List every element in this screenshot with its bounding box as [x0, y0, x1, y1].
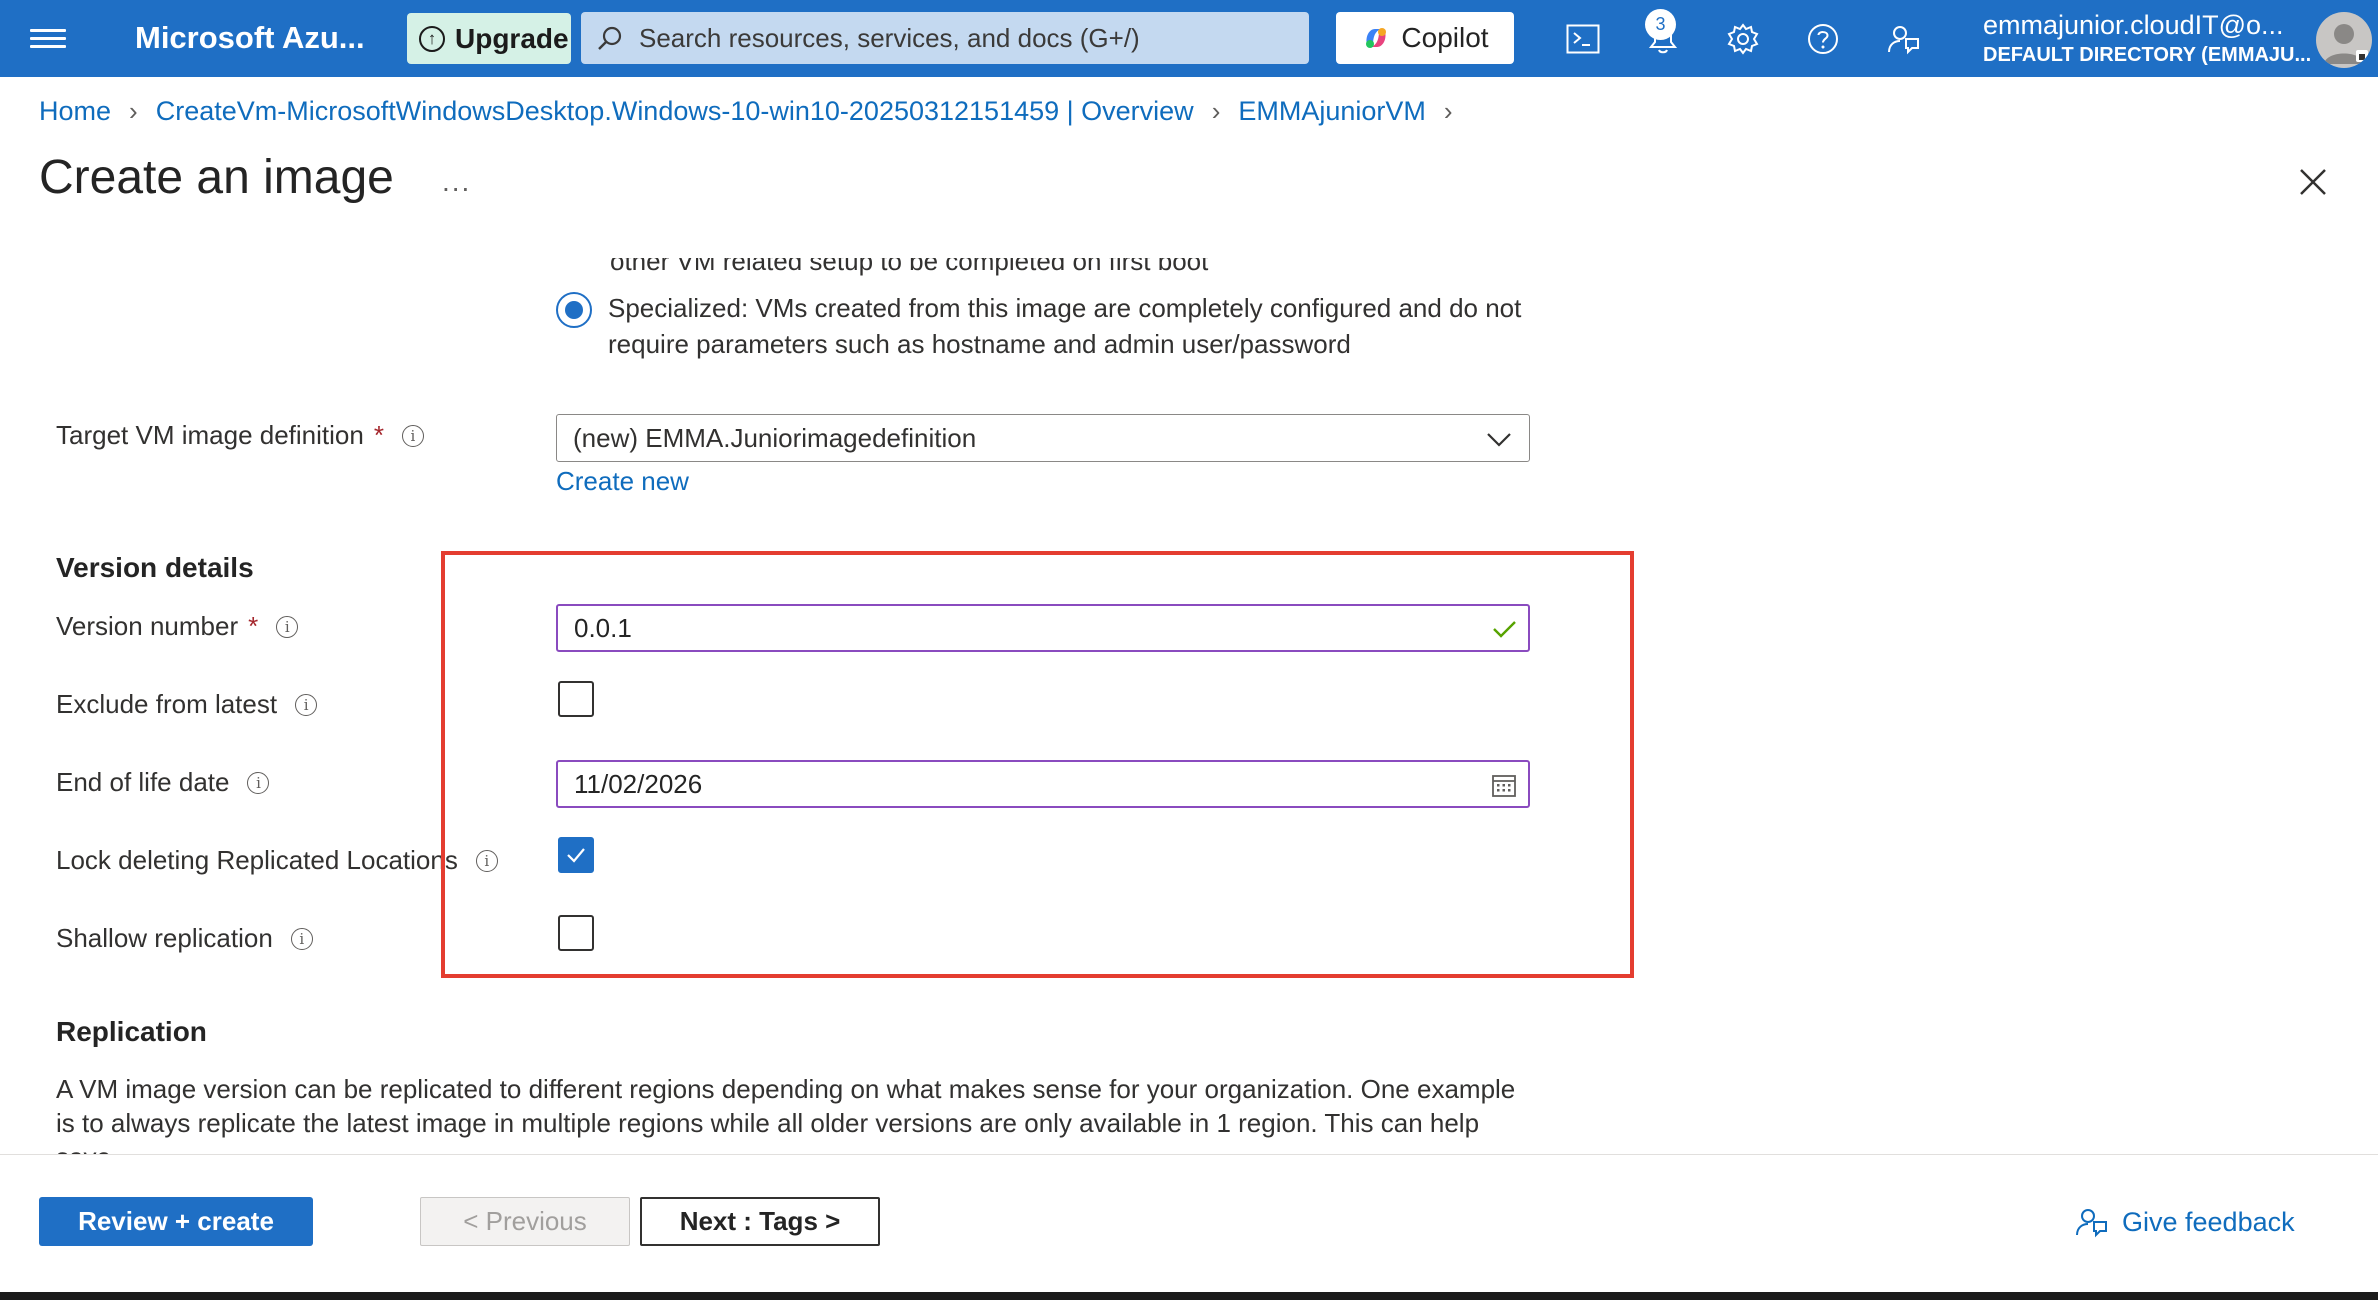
- more-options-icon[interactable]: ...: [442, 166, 471, 198]
- cloud-shell-icon[interactable]: [1562, 18, 1604, 60]
- target-label-text: Target VM image definition: [56, 420, 364, 450]
- account-directory: DEFAULT DIRECTORY (EMMAJU...: [1983, 44, 2312, 66]
- specialized-radio[interactable]: [556, 292, 592, 328]
- version-details-heading: Version details: [56, 552, 254, 583]
- account-name: emmajunior.cloudIT@o...: [1983, 10, 2284, 40]
- close-icon[interactable]: [2293, 162, 2333, 202]
- chevron-right-icon: ›: [1443, 96, 1453, 126]
- breadcrumb-overview[interactable]: CreateVm-MicrosoftWindowsDesktop.Windows…: [156, 96, 1194, 127]
- breadcrumb-vm[interactable]: EMMAjuniorVM: [1238, 96, 1426, 127]
- create-new-link[interactable]: Create new: [556, 466, 689, 497]
- notification-badge: 3: [1645, 9, 1676, 40]
- copilot-icon: [1366, 28, 1387, 48]
- upgrade-label: Upgrade: [455, 22, 569, 54]
- breadcrumb: Home › CreateVm-MicrosoftWindowsDesktop.…: [39, 96, 1453, 127]
- lock-label-text: Lock deleting Replicated Locations: [56, 845, 458, 875]
- chevron-down-icon: [1487, 433, 1511, 447]
- replication-description: A VM image version can be replicated to …: [56, 1074, 1516, 1154]
- previous-button: < Previous: [420, 1197, 630, 1246]
- info-icon[interactable]: i: [290, 927, 313, 950]
- form-content[interactable]: other VM related setup to be completed o…: [0, 240, 2378, 1154]
- account-menu[interactable]: emmajunior.cloudIT@o... DEFAULT DIRECTOR…: [1983, 8, 2313, 68]
- top-bar: Microsoft Azu... ↑ Upgrade Copilot 3 em: [0, 0, 2378, 77]
- end-of-life-date-label: End of life date i: [56, 767, 270, 798]
- feedback-icon[interactable]: [1882, 18, 1924, 60]
- lock-deleting-label: Lock deleting Replicated Locations i: [56, 845, 498, 876]
- annotation-highlight-box: [441, 551, 1634, 978]
- give-feedback-link[interactable]: Give feedback: [2074, 1205, 2295, 1239]
- copilot-button[interactable]: Copilot: [1336, 12, 1514, 64]
- upgrade-arrow-icon: ↑: [419, 25, 445, 52]
- gear-icon[interactable]: [1722, 18, 1764, 60]
- search-input[interactable]: [637, 21, 1281, 55]
- specialized-label: Specialized: VMs created from this image…: [608, 293, 1522, 359]
- page-title: Create an image: [39, 151, 394, 204]
- info-icon[interactable]: i: [295, 693, 318, 716]
- required-mark: *: [248, 611, 259, 641]
- shallow-replication-label: Shallow replication i: [56, 923, 313, 954]
- shallow-label-text: Shallow replication: [56, 923, 273, 953]
- give-feedback-label: Give feedback: [2122, 1206, 2295, 1237]
- portal-brand[interactable]: Microsoft Azu...: [135, 20, 365, 56]
- replication-heading: Replication: [56, 1016, 207, 1047]
- search-icon: [598, 26, 622, 50]
- info-icon[interactable]: i: [247, 771, 270, 794]
- footer-bar: Review + create < Previous Next : Tags >…: [0, 1154, 2378, 1301]
- exclude-from-latest-label: Exclude from latest i: [56, 689, 318, 720]
- upgrade-button[interactable]: ↑ Upgrade: [407, 13, 571, 64]
- review-create-button[interactable]: Review + create: [39, 1197, 313, 1246]
- help-icon[interactable]: [1802, 18, 1844, 60]
- next-tags-button[interactable]: Next : Tags >: [640, 1197, 880, 1246]
- exclude-label-text: Exclude from latest: [56, 689, 278, 719]
- version-number-label: Version number * i: [56, 611, 299, 642]
- required-mark: *: [373, 420, 384, 450]
- copilot-label: Copilot: [1401, 22, 1489, 53]
- target-image-definition-label: Target VM image definition * i: [56, 420, 424, 451]
- window-bottom-edge: [0, 1292, 2378, 1300]
- avatar[interactable]: [2316, 12, 2372, 68]
- menu-icon[interactable]: [30, 24, 66, 54]
- breadcrumb-home[interactable]: Home: [39, 96, 111, 127]
- feedback-icon: [2076, 1209, 2107, 1238]
- generalized-description-tail: other VM related setup to be completed o…: [610, 246, 1209, 276]
- specialized-option[interactable]: Specialized: VMs created from this image…: [556, 290, 1548, 362]
- target-image-definition-value: (new) EMMA.Juniorimagedefinition: [573, 422, 977, 453]
- info-icon[interactable]: i: [276, 615, 299, 638]
- info-icon[interactable]: i: [401, 424, 424, 447]
- eol-label-text: End of life date: [56, 767, 230, 797]
- chevron-right-icon: ›: [129, 96, 138, 126]
- version-label-text: Version number: [56, 611, 239, 641]
- chevron-right-icon: ›: [1211, 96, 1221, 126]
- target-image-definition-select[interactable]: (new) EMMA.Juniorimagedefinition: [556, 414, 1530, 462]
- search-box[interactable]: [581, 12, 1309, 64]
